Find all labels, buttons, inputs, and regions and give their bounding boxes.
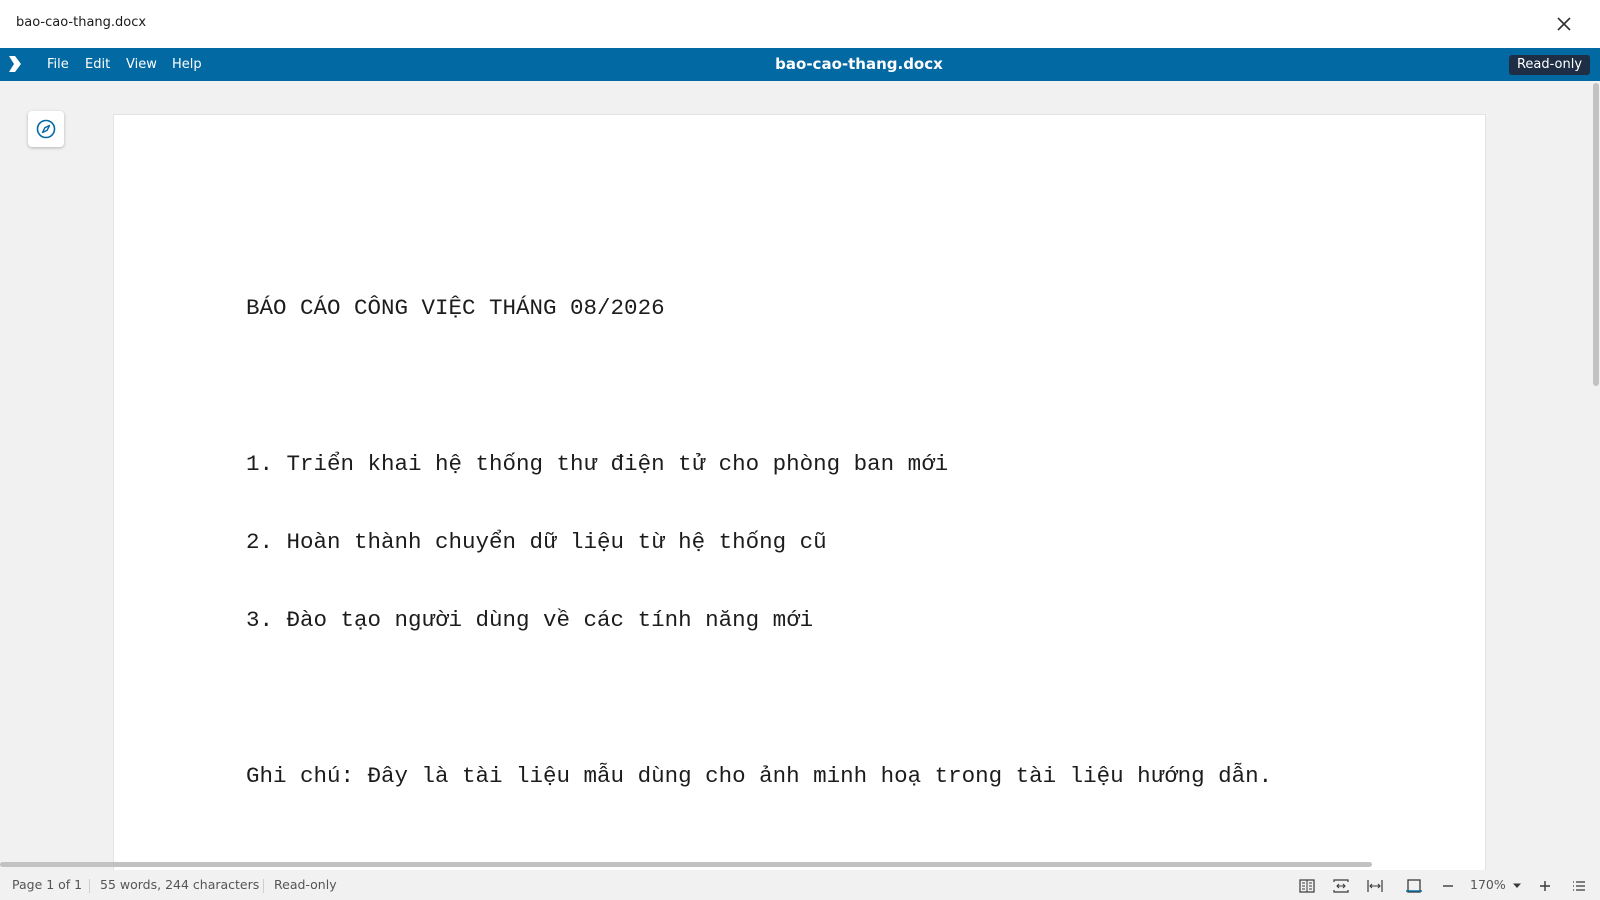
statusbar-divider [263, 879, 264, 893]
zoom-level[interactable]: 170% [1470, 870, 1506, 900]
window-titlebar: bao-cao-thang.docx [0, 0, 1600, 48]
document-heading: BÁO CÁO CÔNG VIỆC THÁNG 08/2026 [246, 295, 665, 321]
horizontal-scrollbar[interactable] [0, 862, 1372, 867]
vertical-scrollbar[interactable] [1593, 83, 1599, 386]
document-mode: Read-only [274, 877, 337, 892]
close-icon[interactable] [1553, 13, 1575, 35]
statusbar: Page 1 of 1 55 words, 244 characters Rea… [0, 870, 1600, 900]
menu-file[interactable]: File [47, 48, 69, 81]
menu-help[interactable]: Help [172, 48, 202, 81]
statusbar-divider [89, 879, 90, 893]
sidebar-menu-icon[interactable] [1570, 877, 1588, 895]
document-body: BÁO CÁO CÔNG VIỆC THÁNG 08/2026 1. Triển… [246, 243, 1272, 841]
document-title: bao-cao-thang.docx [775, 55, 943, 73]
fit-page-icon[interactable] [1405, 877, 1423, 895]
zoom-dropdown-icon[interactable] [1508, 877, 1526, 895]
menu-edit[interactable]: Edit [85, 48, 110, 81]
zoom-out-icon[interactable] [1439, 877, 1457, 895]
read-only-badge: Read-only [1509, 55, 1590, 75]
window-title: bao-cao-thang.docx [16, 15, 147, 30]
navigator-compass-icon[interactable] [28, 111, 64, 147]
document-list-item: 3. Đào tạo người dùng về các tính năng m… [246, 607, 814, 633]
single-page-view-icon[interactable] [1298, 877, 1316, 895]
menu-view[interactable]: View [126, 48, 157, 81]
menubar: File Edit View Help bao-cao-thang.docx R… [0, 48, 1600, 81]
document-list-item: 2. Hoàn thành chuyển dữ liệu từ hệ thống… [246, 529, 827, 555]
book-view-icon[interactable] [1366, 877, 1384, 895]
document-note: Ghi chú: Đây là tài liệu mẫu dùng cho ản… [246, 763, 1273, 789]
app-logo-icon [5, 54, 25, 74]
document-page: BÁO CÁO CÔNG VIỆC THÁNG 08/2026 1. Triển… [113, 114, 1486, 874]
word-count: 55 words, 244 characters [100, 877, 260, 892]
multi-page-view-icon[interactable] [1332, 877, 1350, 895]
document-list-item: 1. Triển khai hệ thống thư điện tử cho p… [246, 451, 949, 477]
page-info: Page 1 of 1 [12, 877, 83, 892]
zoom-in-icon[interactable] [1536, 877, 1554, 895]
